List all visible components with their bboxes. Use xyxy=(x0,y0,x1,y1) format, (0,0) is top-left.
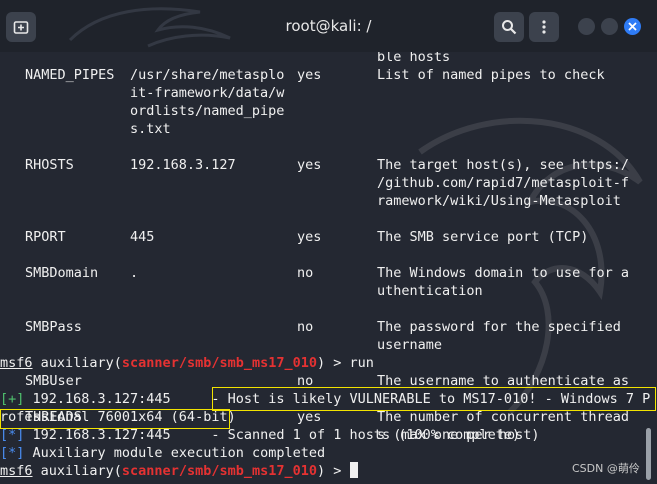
option-required: no xyxy=(297,265,314,281)
prompt-line-current[interactable]: msf6 auxiliary(scanner/smb/smb_ms17_010)… xyxy=(0,462,358,480)
menu-button[interactable] xyxy=(529,12,559,42)
close-button[interactable] xyxy=(624,18,641,35)
info-tag: [*] xyxy=(0,445,25,461)
msf-prompt: msf6 xyxy=(0,355,33,371)
search-button[interactable] xyxy=(494,12,524,42)
option-value: . xyxy=(130,265,139,281)
option-name: SMBPass xyxy=(25,319,82,335)
option-description: ramework/wiki/Using-Metasploit xyxy=(377,193,621,209)
title-bar[interactable]: root@kali: / xyxy=(0,0,657,52)
kebab-menu-icon xyxy=(542,20,546,34)
option-name: RHOSTS xyxy=(25,157,74,173)
terminal-body[interactable]: ble hosts NAMED_PIPES/usr/share/metasplo y… xyxy=(0,52,657,484)
option-name: SMBUser xyxy=(25,373,82,389)
close-icon xyxy=(628,22,637,31)
output-line-completed: [*] Auxiliary module execution completed xyxy=(0,444,325,462)
maximize-button[interactable] xyxy=(601,18,618,35)
option-description: List of named pipes to check xyxy=(377,67,605,83)
option-value: ordlists/named_pipe xyxy=(130,103,285,119)
option-value: /usr/share/metasplo xyxy=(130,67,285,83)
run-command: run xyxy=(349,355,374,371)
prompt-text: auxiliary( xyxy=(32,355,122,371)
option-required: yes xyxy=(297,67,322,83)
msf-prompt: msf6 xyxy=(0,463,33,479)
option-description: ble hosts xyxy=(377,52,451,65)
text-cursor xyxy=(349,462,358,478)
option-required: no xyxy=(297,319,314,335)
prompt-text: ) > xyxy=(317,355,350,371)
success-tag: [+] xyxy=(0,391,25,407)
prompt-line-run: msf6 auxiliary(scanner/smb/smb_ms17_010)… xyxy=(0,354,374,372)
module-name: scanner/smb/smb_ms17_010 xyxy=(121,355,317,371)
option-description: The password for the specified xyxy=(377,319,621,335)
highlight-box-top xyxy=(212,387,656,411)
option-value: s.txt xyxy=(130,121,171,137)
csdn-watermark: CSDN @萌伶 xyxy=(572,462,640,475)
option-value: 445 xyxy=(130,229,155,245)
option-description: The Windows domain to use for a xyxy=(377,265,629,281)
scrollbar[interactable] xyxy=(646,428,651,480)
option-description: The target host(s), see https:/ xyxy=(377,157,629,173)
minimize-button[interactable] xyxy=(578,18,595,35)
output-host: 192.168.3.127:445 - xyxy=(24,391,228,407)
option-required: yes xyxy=(297,157,322,173)
option-name: RPORT xyxy=(25,229,66,245)
module-name: scanner/smb/smb_ms17_010 xyxy=(121,463,317,479)
scan-status: 192.168.3.127:445 - Scanned 1 of 1 hosts… xyxy=(24,427,521,443)
option-description: The SMB service port (TCP) xyxy=(377,229,589,245)
option-name: SMBDomain xyxy=(25,265,99,281)
completion-status: Auxiliary module execution completed xyxy=(24,445,326,461)
option-description: /github.com/rapid7/metasploit-f xyxy=(377,175,629,191)
option-value: 192.168.3.127 xyxy=(130,157,236,173)
option-value: it-framework/data/w xyxy=(130,85,285,101)
output-line-scanned: [*] 192.168.3.127:445 - Scanned 1 of 1 h… xyxy=(0,426,520,444)
option-name: NAMED_PIPES xyxy=(25,67,115,83)
terminal-window: root@kali: / ble hosts NAMED_PIPES/usr/s… xyxy=(0,0,657,484)
prompt-text: auxiliary( xyxy=(32,463,122,479)
info-tag: [*] xyxy=(0,427,25,443)
search-icon xyxy=(502,20,517,35)
option-required: yes xyxy=(297,229,322,245)
option-description: uthentication xyxy=(377,283,483,299)
option-description: username xyxy=(377,337,443,353)
prompt-text: ) > xyxy=(317,463,350,479)
